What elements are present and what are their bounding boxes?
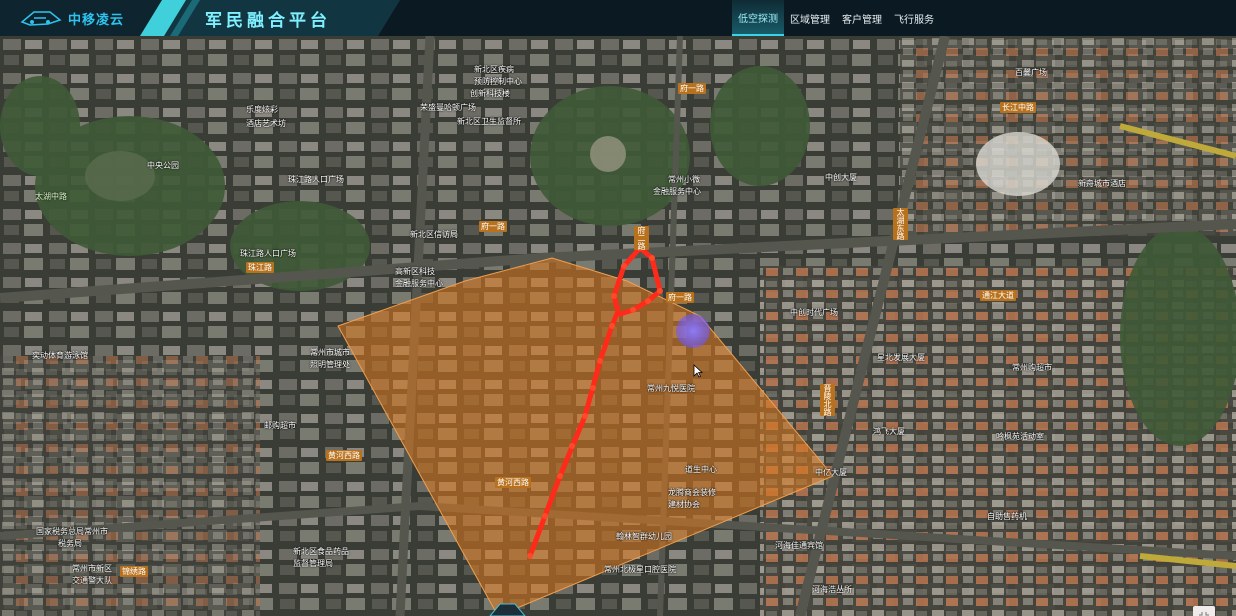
poi-label: 新舟城市酒店 [1078, 179, 1126, 188]
poi-label: 常州市城市 [310, 348, 350, 357]
brand-logo-icon [20, 11, 62, 26]
poi-label: 常州购超市 [1012, 363, 1052, 372]
fullscreen-exit-button[interactable] [1193, 606, 1215, 616]
poi-label: 自助售药机 [987, 512, 1027, 521]
poi-label: 珠江路人口广场 [240, 249, 296, 258]
tab-customer-management[interactable]: 客户管理 [836, 0, 888, 36]
poi-label: 新北区疾病 [474, 65, 514, 74]
poi-label: 交通警大队 [72, 576, 112, 585]
satellite-map[interactable]: 新北区疾病 预防控制中心 创新科技楼 荣盛曼哈顿广场 新北区卫生监督所 乐度炫彩… [0, 36, 1236, 616]
road-label: 太湖中路 [35, 192, 67, 201]
fullscreen-exit-icon [1199, 612, 1209, 616]
poi-label: 中亿大厦 [815, 468, 847, 477]
poi-label: 新北区信访局 [410, 230, 458, 239]
road-label: 府一路 [678, 83, 706, 94]
poi-label: 奕动体育游泳馆 [32, 351, 88, 360]
poi-label: 照明管理处 [310, 360, 350, 369]
map-canvas [0, 36, 1236, 616]
road-label: 珠江路 [246, 262, 274, 273]
poi-label: 金融服务中心 [653, 187, 701, 196]
poi-label: 中央公园 [147, 161, 179, 170]
poi-label: 中创大厦 [825, 173, 857, 182]
poi-label: 税务局 [58, 539, 82, 548]
poi-label: 道生中心 [685, 465, 717, 474]
poi-label: 常州北极星口腔医院 [604, 565, 676, 574]
drone-position-marker [676, 314, 710, 348]
poi-label: 国家税务总局常州市 [36, 527, 108, 536]
poi-label: 星北发展大厦 [877, 353, 925, 362]
poi-label: 创新科技楼 [470, 89, 510, 98]
road-label: 晋陵北路 [820, 384, 835, 416]
app-window: 中移凌云 军民融合平台 低空探测 区域管理 客户管理 飞行服务 新北区疾病 预防… [0, 0, 1236, 616]
poi-label: 河海佳通宾馆 [775, 541, 823, 550]
poi-label: 建材协会 [668, 500, 700, 509]
poi-label: 珠江路人口广场 [288, 175, 344, 184]
poi-label: 龙腾商会装修 [668, 488, 716, 497]
road-label: 长江中路 [1000, 102, 1036, 113]
mouse-cursor-icon [693, 364, 703, 378]
poi-label: 荣盛曼哈顿广场 [420, 103, 476, 112]
poi-label: 高新区科技 [395, 267, 435, 276]
poi-label: 河海浩丛所 [812, 585, 852, 594]
road-label: 黄河西路 [495, 477, 531, 488]
road-label: 锦绣路 [120, 566, 148, 577]
brand-block: 中移凌云 [0, 0, 160, 36]
poi-label: 常州小微 [668, 175, 700, 184]
poi-label: 酒店艺术坊 [246, 119, 286, 128]
road-label: 太湖东路 [893, 208, 908, 240]
poi-label: 预防控制中心 [474, 77, 522, 86]
poi-label: 百馨广场 [1015, 68, 1047, 77]
platform-title: 军民融合平台 [205, 11, 331, 31]
poi-label: 鸿飞大厦 [873, 427, 905, 436]
poi-label: 常州市新区 [72, 564, 112, 573]
road-label: 府一路 [479, 221, 507, 232]
tab-low-altitude-detection[interactable]: 低空探测 [732, 0, 784, 36]
poi-label: 邮购超市 [264, 421, 296, 430]
poi-label: 新北区食品药品 [293, 547, 349, 556]
poi-label: 监督管理局 [293, 559, 333, 568]
top-header-bar: 中移凌云 军民融合平台 低空探测 区域管理 客户管理 飞行服务 [0, 0, 1236, 36]
poi-label: 金融服务中心 [395, 279, 443, 288]
road-label: 黄河西路 [326, 450, 362, 461]
tab-flight-service[interactable]: 飞行服务 [888, 0, 940, 36]
poi-label: 吟枫苑活动室 [996, 432, 1044, 441]
main-nav: 低空探测 区域管理 客户管理 飞行服务 [732, 0, 940, 36]
poi-label: 翰林智群幼儿园 [616, 532, 672, 541]
poi-label: 乐度炫彩 [246, 105, 278, 114]
poi-label: 新北区卫生监督所 [457, 117, 521, 126]
road-label: 通江大道 [980, 290, 1016, 301]
tab-area-management[interactable]: 区域管理 [784, 0, 836, 36]
road-label: 府一路 [666, 292, 694, 303]
poi-label: 常州九悦医院 [647, 384, 695, 393]
brand-name: 中移凌云 [68, 13, 125, 28]
poi-label: 中创时代广场 [790, 308, 838, 317]
road-label: 府二路 [634, 226, 649, 250]
